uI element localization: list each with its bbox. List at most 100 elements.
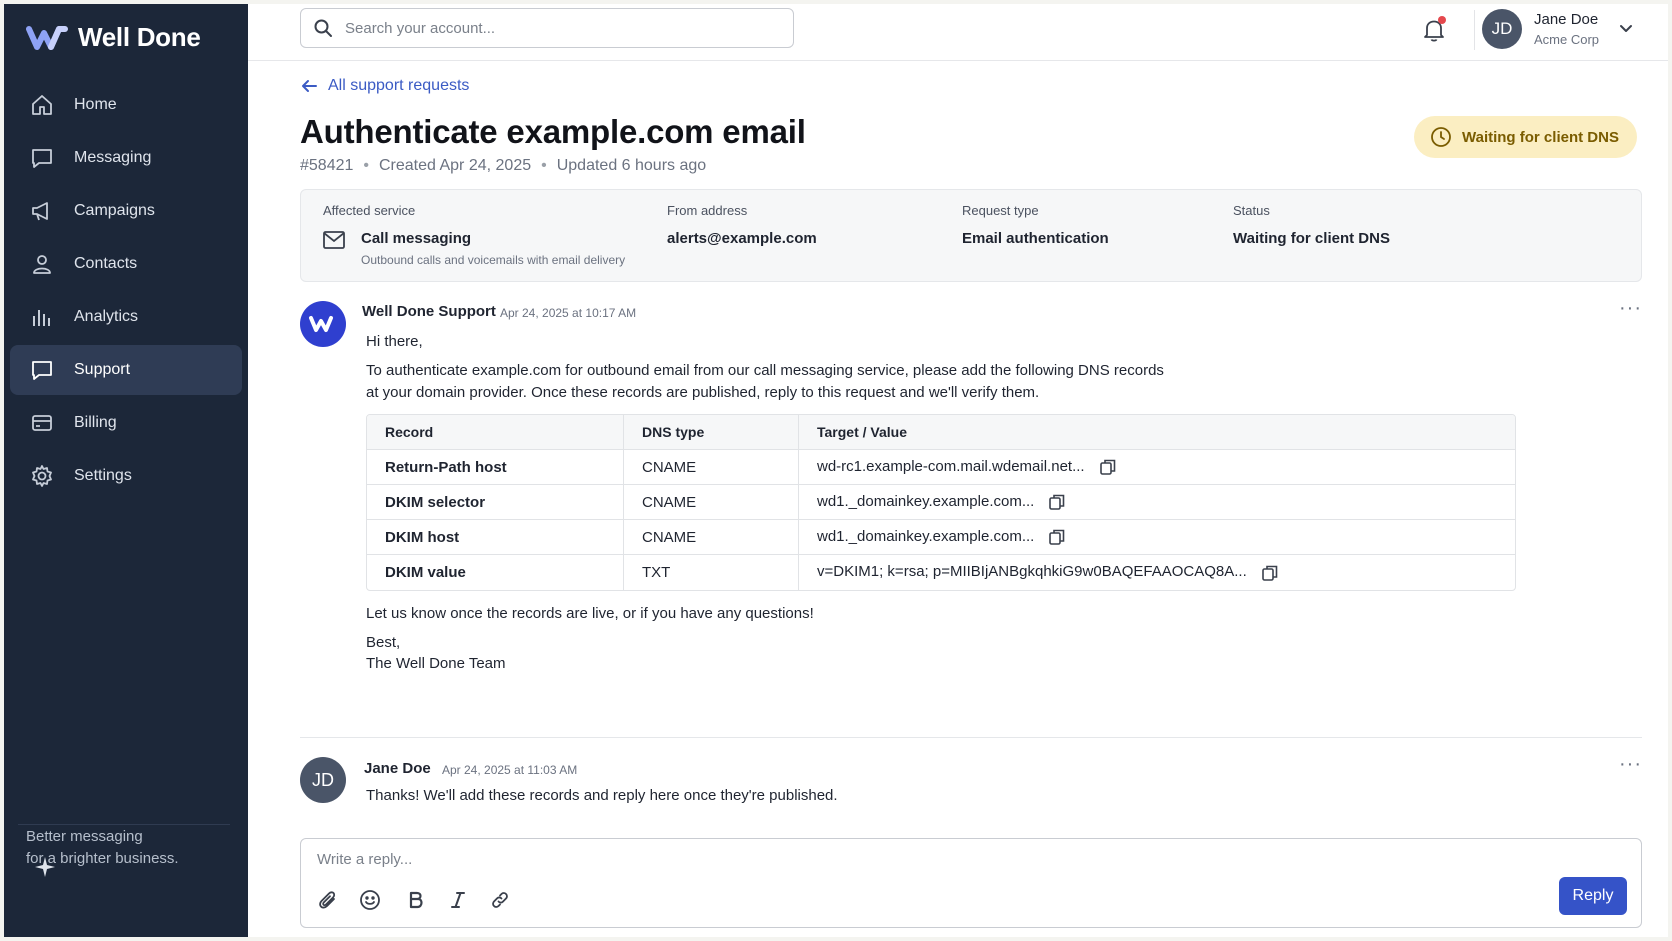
dns-value-cell: wd1._domainkey.example.com... [798,520,1515,555]
dns-value[interactable]: v=DKIM1; k=rsa; p=MIIBIjANBgkqhkiG9w0BAQ… [817,563,1247,580]
reply-button[interactable]: Reply [1559,877,1627,915]
affected-service-description: Outbound calls and voicemails with email… [361,253,626,267]
sidebar-item-billing[interactable]: Billing [10,398,242,448]
copy-icon[interactable] [1048,493,1066,511]
dns-value-cell: wd-rc1.example-com.mail.wdemail.net... [798,450,1515,485]
message-closing: Let us know once the records are live, o… [366,605,814,622]
tagline-line-1: Better messaging [26,828,143,845]
from-address-value: alerts@example.com [667,230,817,247]
request-id: #58421 [300,157,354,174]
message-body: Thanks! We'll add these records and repl… [366,787,838,804]
main-content: All support requests Authenticate exampl… [248,61,1668,937]
user-avatar[interactable]: JD [1482,9,1522,49]
card-icon [28,409,56,437]
dns-type: CNAME [623,485,798,520]
page-title: Authenticate example.com email [300,113,806,150]
from-address-label: From address [667,203,748,218]
sidebar-nav: Home Messaging Campaigns Contacts Analyt… [10,80,242,504]
dns-value-cell: wd1._domainkey.example.com... [798,485,1515,520]
copy-icon[interactable] [1261,564,1279,582]
back-link-label[interactable]: All support requests [328,77,469,95]
italic-icon[interactable] [447,889,469,911]
user-name[interactable]: Jane Doe [1534,11,1598,28]
message-signature: The Well Done Team [366,655,506,672]
sidebar-item-label: Messaging [74,149,152,166]
support-avatar [300,301,346,347]
support-chat-icon [28,356,56,384]
sidebar-item-contacts[interactable]: Contacts [10,239,242,289]
reply-input[interactable] [317,851,1417,875]
sidebar-item-campaigns[interactable]: Campaigns [10,186,242,236]
sidebar-item-home[interactable]: Home [10,80,242,130]
brand-name: Well Done [78,22,201,52]
copy-icon[interactable] [1099,458,1117,476]
dns-value[interactable]: wd-rc1.example-com.mail.wdemail.net... [817,458,1085,475]
table-row: DKIM selector CNAME wd1._domainkey.examp… [367,485,1515,520]
message-timestamp: Apr 24, 2025 at 11:03 AM [442,763,578,777]
bar-chart-icon [28,303,56,331]
request-summary: Affected service Call messaging Outbound… [300,189,1642,282]
summary-from-address: From address alerts@example.com [667,203,817,247]
summary-affected-service: Affected service Call messaging Outbound… [323,203,625,267]
dns-value[interactable]: wd1._domainkey.example.com... [817,528,1034,545]
record-name: DKIM host [367,520,623,555]
request-updated: Updated 6 hours ago [556,157,707,174]
request-type-value: Email authentication [962,230,1109,247]
arrow-left-icon [302,80,317,92]
request-meta: #58421 • Created Apr 24, 2025 • Updated … [300,157,706,175]
sidebar-item-messaging[interactable]: Messaging [10,133,242,183]
sidebar-item-label: Analytics [74,308,139,325]
dns-value[interactable]: wd1._domainkey.example.com... [817,493,1034,510]
user-org: Acme Corp [1534,32,1600,47]
paperclip-icon[interactable] [317,889,339,911]
table-header-row: Record DNS type Target / Value [367,415,1515,450]
chevron-down-icon[interactable] [1618,20,1634,36]
link-icon[interactable] [489,889,511,911]
meta-separator: • [541,157,547,174]
sidebar-item-label: Home [74,96,117,113]
brand-logo[interactable]: Well Done [26,22,201,53]
bold-icon[interactable] [405,889,427,911]
search-box[interactable] [300,8,794,48]
home-icon [28,91,56,119]
top-bar: JD Jane Doe Acme Corp [248,4,1668,61]
message-divider [300,737,1642,738]
notification-badge [1438,16,1446,24]
mail-icon [323,231,345,249]
message-author: Well Done Support [362,303,496,320]
meta-separator: • [363,157,369,174]
sidebar-tagline: Better messaging for a brighter business… [26,826,179,870]
message-customer: JD Jane Doe Apr 24, 2025 at 11:03 AM ···… [300,753,1642,817]
brand-logo-icon [309,316,333,332]
message-body-line-2: at your domain provider. Once these reco… [366,384,1040,401]
dns-records-table: Record DNS type Target / Value Return-Pa… [366,414,1516,591]
dns-type: CNAME [623,520,798,555]
search-input[interactable] [345,19,765,37]
dns-value-cell: v=DKIM1; k=rsa; p=MIIBIjANBgkqhkiG9w0BAQ… [798,555,1515,590]
sidebar-item-analytics[interactable]: Analytics [10,292,242,342]
emoji-icon[interactable] [359,889,381,911]
clock-icon [1431,127,1451,147]
status-label: Status [1233,203,1270,218]
sidebar-item-settings[interactable]: Settings [10,451,242,501]
sidebar: Well Done Home Messaging Campaigns Conta… [4,4,248,937]
request-type-label: Request type [962,203,1039,218]
message-signoff: Best, [366,634,401,651]
more-options-icon[interactable]: ··· [1619,753,1642,776]
more-options-icon[interactable]: ··· [1619,297,1642,320]
sidebar-item-support[interactable]: Support [10,345,242,395]
affected-service-label: Affected service [323,203,416,218]
megaphone-icon [28,197,56,225]
column-header: Record [367,415,623,450]
record-name: DKIM value [385,564,466,581]
table-row: Return-Path host CNAME wd-rc1.example-co… [367,450,1515,485]
affected-service-value: Call messaging [361,230,472,247]
brand-logo-icon [26,25,68,50]
copy-icon[interactable] [1048,528,1066,546]
summary-request-type: Request type Email authentication [962,203,1109,247]
column-header: DNS type [623,415,798,450]
dns-type: TXT [623,555,798,590]
back-link[interactable]: All support requests [300,77,469,95]
chat-icon [28,144,56,172]
reply-composer: Reply [300,838,1642,928]
